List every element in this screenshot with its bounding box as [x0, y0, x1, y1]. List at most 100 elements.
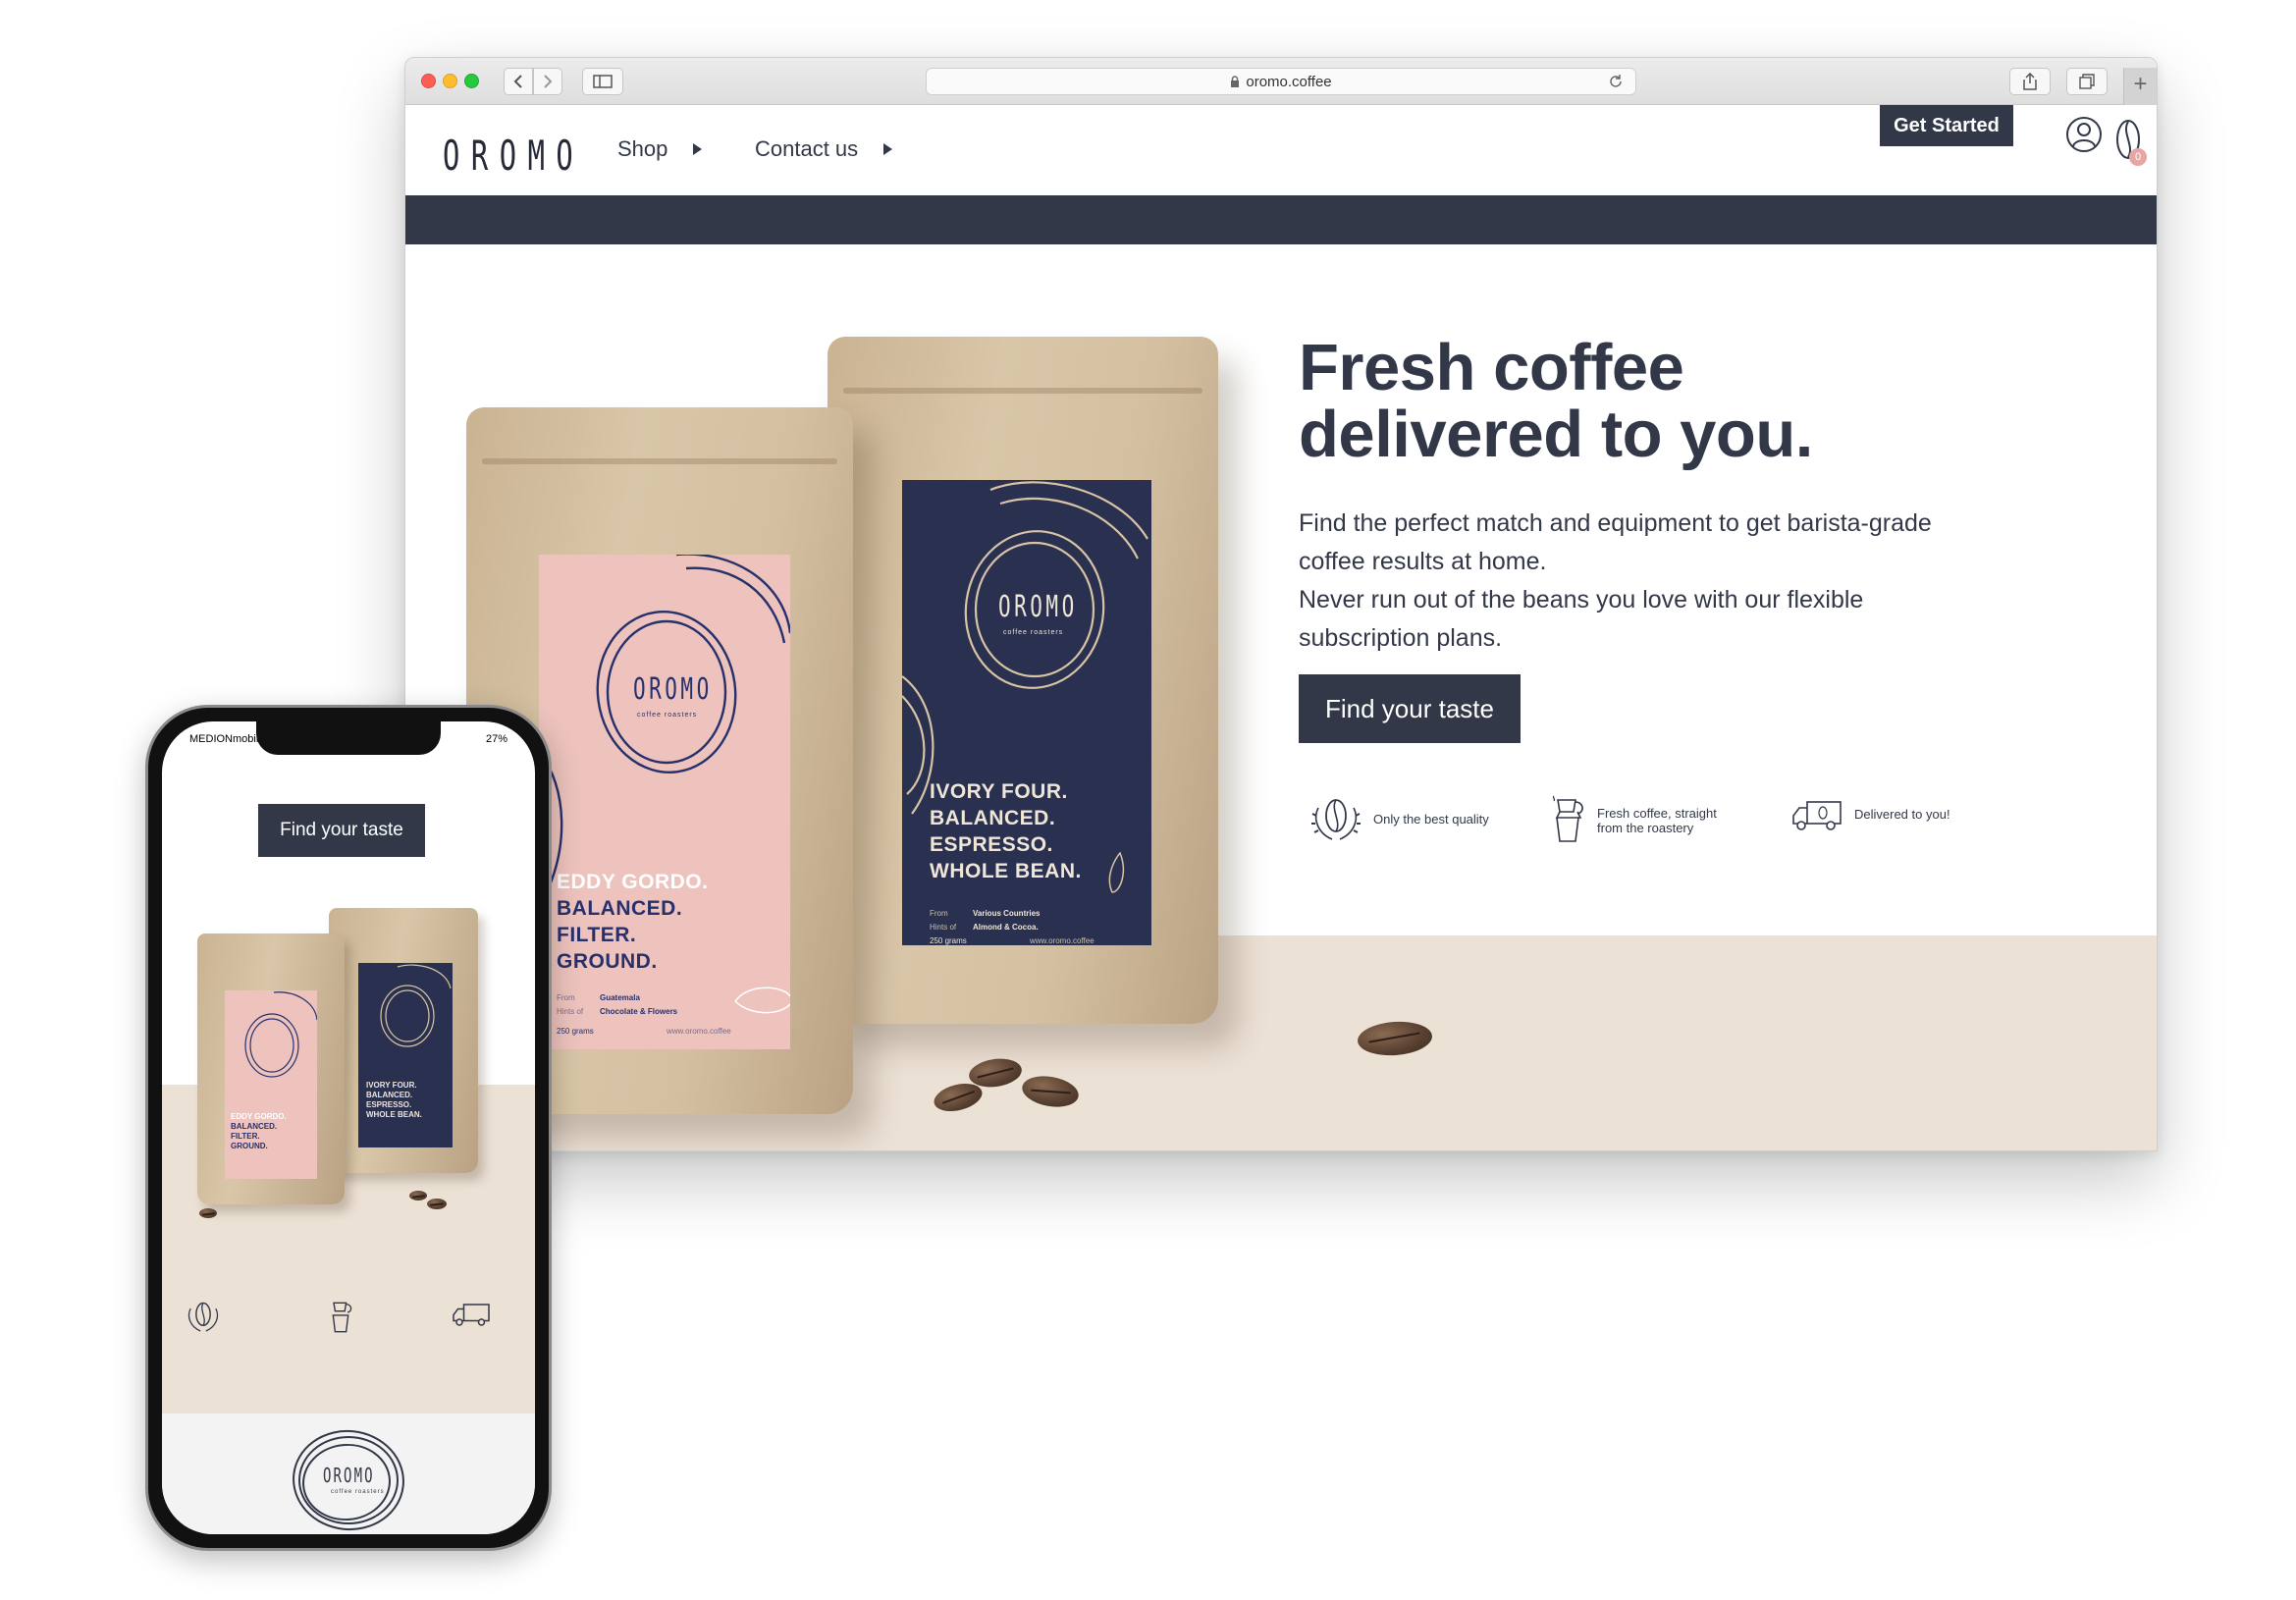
- coffee-bean-laurel-icon: [184, 1299, 223, 1339]
- tabs-overview-button[interactable]: [2066, 68, 2108, 95]
- navy-bag-hints-label: Hints of: [930, 923, 957, 932]
- hero-title-line-1: Fresh coffee: [1299, 331, 1684, 404]
- coffee-bean-laurel-icon: [1311, 799, 1361, 840]
- chevron-right-icon: [544, 75, 553, 88]
- hero-title-line-2: delivered to you.: [1299, 398, 1813, 471]
- moka-pot-icon: [1552, 795, 1583, 842]
- phone-footer-logo-text: OROMO: [323, 1464, 375, 1487]
- navy-coffee-bag-image: OROMO coffee roasters IVORY FOUR. BALANC…: [828, 337, 1218, 1024]
- phone-carrier: MEDIONmobile: [189, 733, 265, 745]
- navy-bag-label: OROMO coffee roasters IVORY FOUR. BALANC…: [902, 480, 1151, 945]
- pink-bag-brand-sub: coffee roasters: [637, 712, 698, 719]
- delivery-truck-icon: [1792, 801, 1842, 830]
- phone-footer-logo-sub: coffee roasters: [331, 1489, 385, 1495]
- phone-pink-line-2: BALANCED.: [231, 1122, 278, 1131]
- maximize-window-button[interactable]: [464, 74, 479, 88]
- nav-contact-label: Contact us: [755, 136, 859, 161]
- phone-navy-label: IVORY FOUR. BALANCED. ESPRESSO. WHOLE BE…: [358, 963, 453, 1147]
- navy-bag-brand: OROMO: [998, 590, 1078, 624]
- hero-subtitle-line-1: Find the perfect match and equipment to …: [1299, 509, 1932, 575]
- share-icon: [2023, 73, 2037, 90]
- nav-shop-label: Shop: [617, 136, 668, 161]
- feature-fresh: Fresh coffee, straight from the roastery: [1548, 794, 1735, 847]
- ripple-rings-icon: [539, 555, 790, 1014]
- navy-bag-brand-sub: coffee roasters: [1003, 629, 1064, 636]
- cart-count-badge: 0: [2129, 148, 2147, 166]
- phone-navy-line-4: WHOLE BEAN.: [366, 1110, 422, 1119]
- coffee-bean-image: [409, 1191, 427, 1200]
- address-bar[interactable]: oromo.coffee: [926, 68, 1636, 95]
- nav-shop[interactable]: Shop: [617, 136, 703, 162]
- hero-section: OROMO coffee roasters IVORY FOUR. BALANC…: [405, 244, 2157, 1150]
- phone-pink-line-1: EDDY GORDO.: [231, 1112, 287, 1121]
- coffee-bean-image: [199, 1208, 217, 1218]
- pink-bag-hints-value: Chocolate & Flowers: [600, 1007, 678, 1016]
- get-started-button[interactable]: Get Started: [1880, 105, 2013, 146]
- phone-navy-bag-image: IVORY FOUR. BALANCED. ESPRESSO. WHOLE BE…: [329, 908, 478, 1173]
- user-icon[interactable]: [2064, 115, 2104, 159]
- share-button[interactable]: [2009, 68, 2051, 95]
- bag-seal: [842, 388, 1203, 394]
- pink-bag-line-3: FILTER.: [557, 924, 637, 946]
- browser-window: oromo.coffee + OROMO Shop Contact us Get…: [404, 57, 2158, 1151]
- nav-contact[interactable]: Contact us: [755, 136, 893, 162]
- phone-pink-bag-image: EDDY GORDO. BALANCED. FILTER. GROUND.: [197, 933, 345, 1204]
- site-header: OROMO Shop Contact us Get Started 0: [405, 105, 2157, 195]
- pink-bag-label: OROMO coffee roasters EDDY GORDO. BALANC…: [539, 555, 790, 1049]
- minimize-window-button[interactable]: [443, 74, 457, 88]
- bag-seal: [481, 458, 838, 464]
- new-tab-button[interactable]: +: [2123, 68, 2157, 105]
- navy-bag-hints-value: Almond & Cocoa.: [973, 923, 1039, 932]
- pink-bag-brand: OROMO: [633, 672, 713, 707]
- navy-bag-site: www.oromo.coffee: [1030, 936, 1095, 945]
- pink-bag-weight: 250 grams: [557, 1027, 594, 1036]
- pink-bag-from-label: From: [557, 993, 575, 1002]
- reload-icon[interactable]: [1608, 74, 1624, 89]
- navy-bag-line-2: BALANCED.: [930, 807, 1056, 829]
- pink-bag-line-2: BALANCED.: [557, 897, 683, 920]
- caret-right-icon: [693, 143, 703, 155]
- pink-bag-line-1: EDDY GORDO.: [557, 871, 709, 893]
- navy-bag-from-label: From: [930, 909, 948, 918]
- phone-mockup: MEDIONmobile 27% Find your taste IVORY F…: [145, 705, 552, 1551]
- chevron-left-icon: [513, 75, 522, 88]
- navy-bag-line-4: WHOLE BEAN.: [930, 860, 1082, 882]
- tabs-icon: [2079, 74, 2095, 89]
- address-url: oromo.coffee: [1246, 73, 1332, 90]
- delivery-truck-icon: [451, 1299, 492, 1333]
- forward-button[interactable]: [533, 68, 562, 95]
- sidebar-icon: [593, 75, 613, 88]
- hero-subtitle: Find the perfect match and equipment to …: [1299, 505, 1947, 658]
- hero-subtitle-line-2: Never run out of the beans you love with…: [1299, 586, 1864, 652]
- pink-bag-hints-label: Hints of: [557, 1007, 584, 1016]
- phone-notch: [256, 721, 441, 755]
- feature-quality-text: Only the best quality: [1373, 811, 1489, 827]
- moka-pot-icon: [327, 1299, 354, 1341]
- pink-bag-line-4: GROUND.: [557, 950, 658, 973]
- feature-delivery-text: Delivered to you!: [1854, 806, 1950, 822]
- navy-bag-weight: 250 grams: [930, 936, 967, 945]
- coffee-bean-image: [427, 1199, 447, 1209]
- close-window-button[interactable]: [421, 74, 436, 88]
- caret-right-icon: [883, 143, 893, 155]
- navy-bag-from-value: Various Countries: [973, 909, 1041, 918]
- phone-pink-line-4: GROUND.: [231, 1142, 268, 1150]
- navy-bag-line-3: ESPRESSO.: [930, 833, 1053, 856]
- phone-footer-logo: OROMO coffee roasters: [288, 1428, 409, 1534]
- feature-delivery: Delivered to you!: [1789, 794, 1972, 833]
- hero-title: Fresh coffee delivered to you.: [1299, 335, 1986, 468]
- phone-pink-line-3: FILTER.: [231, 1132, 260, 1141]
- site-logo[interactable]: OROMO: [443, 133, 584, 180]
- phone-navy-line-3: ESPRESSO.: [366, 1100, 412, 1109]
- phone-screen: MEDIONmobile 27% Find your taste IVORY F…: [162, 721, 535, 1534]
- back-button[interactable]: [504, 68, 533, 95]
- phone-pink-label: EDDY GORDO. BALANCED. FILTER. GROUND.: [225, 990, 317, 1179]
- feature-quality: Only the best quality: [1308, 794, 1491, 843]
- browser-titlebar: oromo.coffee +: [405, 58, 2157, 105]
- find-your-taste-button[interactable]: Find your taste: [1299, 674, 1521, 743]
- phone-battery: 27%: [485, 733, 507, 745]
- sidebar-toggle-button[interactable]: [582, 68, 623, 95]
- phone-find-your-taste-button[interactable]: Find your taste: [258, 804, 425, 857]
- navy-bag-line-1: IVORY FOUR.: [930, 780, 1068, 803]
- pink-bag-from-value: Guatemala: [600, 993, 640, 1002]
